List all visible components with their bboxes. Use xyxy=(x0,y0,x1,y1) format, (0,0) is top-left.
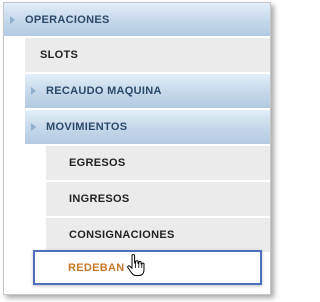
navigation-menu: OPERACIONES SLOTS RECAUDO MAQUINA MOVIMI… xyxy=(3,2,271,295)
menu-item-label: CONSIGNACIONES xyxy=(69,229,175,241)
menu-item-label: SLOTS xyxy=(40,49,79,61)
menu-item-label: MOVIMIENTOS xyxy=(46,121,128,133)
menu-item-label: RECAUDO MAQUINA xyxy=(46,85,162,97)
menu-item-label: OPERACIONES xyxy=(25,13,110,26)
menu-item-slots[interactable]: SLOTS xyxy=(25,38,270,73)
hand-pointer-icon xyxy=(127,254,145,276)
menu-group-recaudo-maquina[interactable]: RECAUDO MAQUINA xyxy=(25,74,270,109)
expand-arrow-icon xyxy=(10,15,15,24)
menu-item-label: EGRESOS xyxy=(69,157,126,169)
menu-item-ingresos[interactable]: INGRESOS xyxy=(46,182,270,217)
menu-group-operaciones[interactable]: OPERACIONES xyxy=(4,3,270,37)
menu-item-label: REDEBAN xyxy=(68,261,125,274)
menu-item-egresos[interactable]: EGRESOS xyxy=(46,146,270,181)
menu-group-movimientos[interactable]: MOVIMIENTOS xyxy=(25,110,270,145)
menu-item-label: INGRESOS xyxy=(69,193,130,205)
expand-arrow-icon xyxy=(31,87,36,95)
menu-item-redeban[interactable]: REDEBAN xyxy=(33,250,262,285)
menu-item-consignaciones[interactable]: CONSIGNACIONES xyxy=(46,218,270,253)
expand-arrow-icon xyxy=(31,123,36,131)
